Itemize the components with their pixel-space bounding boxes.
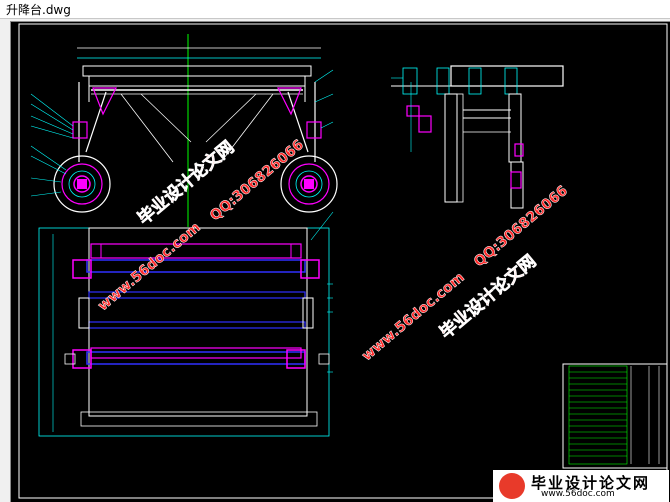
title-block [562, 363, 668, 469]
cad-viewer-window: 升降台.dwg 毕业设计论文网 QQ:306826066 www.56doc.c… [0, 0, 670, 502]
site-logo: 毕业设计论文网 www.56doc.com [493, 470, 669, 502]
front-view [30, 34, 338, 241]
drawing-canvas[interactable]: 毕业设计论文网 QQ:306826066 www.56doc.com 毕业设计论… [10, 21, 670, 502]
window-title: 升降台.dwg [6, 3, 71, 17]
plan-view [38, 227, 333, 437]
logo-url: www.56doc.com [541, 489, 615, 499]
drawing-border [18, 23, 668, 499]
side-view [391, 65, 564, 209]
cad-drawing [18, 23, 668, 499]
logo-emblem-icon [499, 473, 525, 499]
title-bar: 升降台.dwg [0, 0, 670, 19]
